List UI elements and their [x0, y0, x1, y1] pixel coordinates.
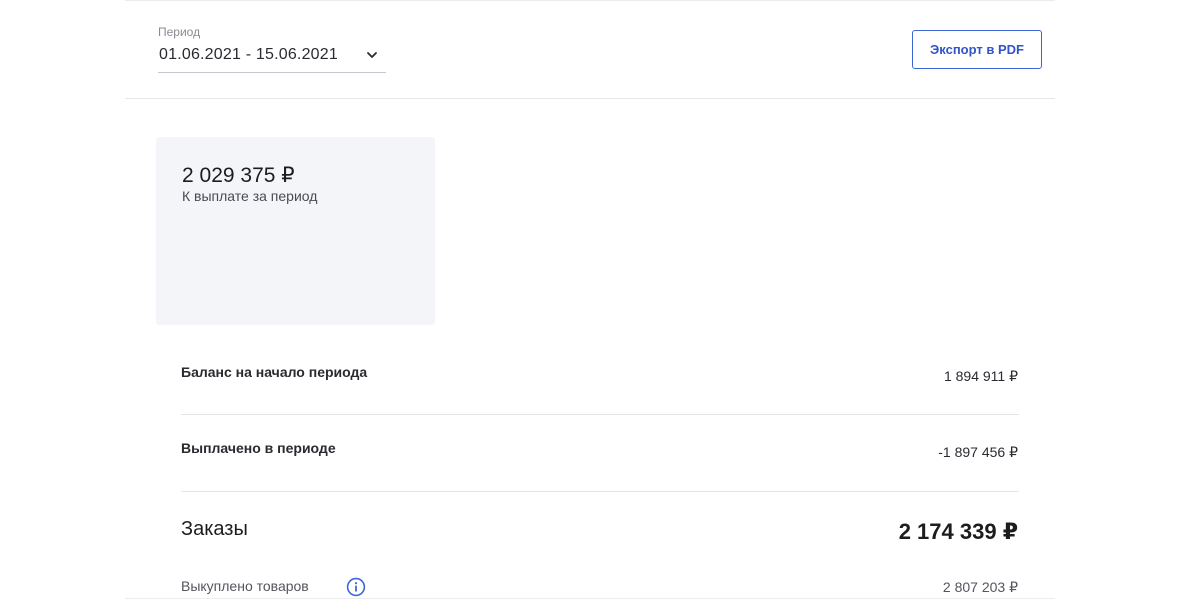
header-divider: [125, 98, 1055, 99]
paid-in-period-label: Выплачено в периоде: [181, 440, 336, 456]
row-divider: [181, 414, 1019, 415]
bottom-divider: [125, 598, 1055, 599]
export-pdf-button[interactable]: Экспорт в PDF: [912, 30, 1042, 69]
payout-summary-card: 2 029 375 ₽ К выплате за период: [156, 137, 435, 325]
paid-in-period-value: -1 897 456 ₽: [938, 444, 1018, 460]
purchased-goods-label: Выкуплено товаров: [181, 578, 309, 594]
period-value: 01.06.2021 - 15.06.2021: [159, 46, 338, 63]
period-select[interactable]: 01.06.2021 - 15.06.2021: [158, 42, 386, 73]
chevron-down-icon: [367, 52, 377, 58]
top-divider: [125, 0, 1055, 1]
row-divider: [181, 491, 1019, 492]
info-icon[interactable]: [346, 577, 366, 597]
payout-amount: 2 029 375 ₽: [182, 164, 295, 187]
payout-caption: К выплате за период: [182, 188, 318, 204]
balance-start-value: 1 894 911 ₽: [943, 368, 1018, 384]
balance-start-label: Баланс на начало периода: [181, 364, 368, 380]
orders-label: Заказы: [181, 518, 248, 540]
report-page: Период 01.06.2021 - 15.06.2021 Экспорт в…: [0, 0, 1180, 600]
period-label: Период: [158, 25, 201, 39]
purchased-goods-value: 2 807 203 ₽: [942, 579, 1018, 595]
report-content: Период 01.06.2021 - 15.06.2021 Экспорт в…: [125, 0, 1055, 600]
orders-value: 2 174 339 ₽: [898, 519, 1018, 544]
